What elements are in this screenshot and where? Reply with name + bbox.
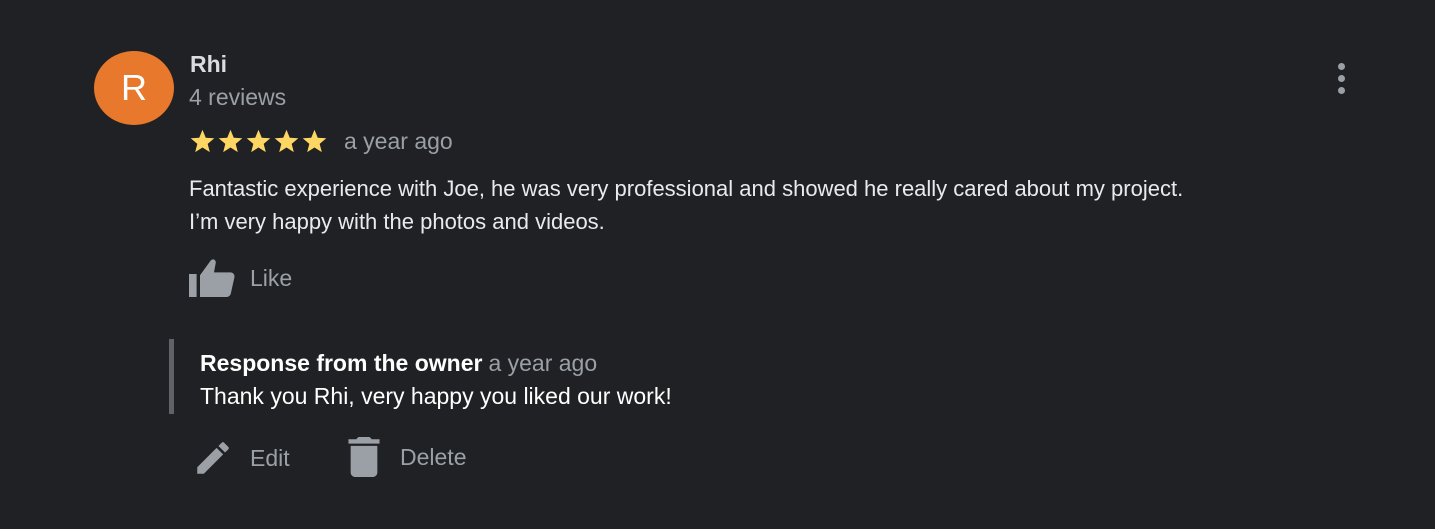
owner-response: Response from the owner a year ago Thank … [169,339,672,414]
review-count[interactable]: 4 reviews [189,84,286,111]
delete-button[interactable]: Delete [346,437,466,477]
star-icon [218,129,243,153]
star-icon [190,129,215,153]
review-text: Fantastic experience with Joe, he was ve… [189,176,1184,234]
response-text: Thank you Rhi, very happy you liked our … [200,383,672,409]
star-icon [302,129,327,153]
thumbs-up-icon [189,259,235,297]
reviewer-name[interactable]: Rhi [190,51,227,78]
avatar[interactable]: R [94,51,174,125]
more-vert-icon-dot [1337,74,1345,82]
response-date: a year ago [488,350,598,376]
star-icon [274,129,299,153]
review-date: a year ago [344,127,453,154]
response-title: Response from the owner [200,350,483,376]
like-button[interactable]: Like [188,258,292,298]
trash-icon [348,437,380,477]
edit-label: Edit [250,444,290,471]
star-icon [246,129,271,153]
more-vert-icon-dot [1337,86,1345,94]
like-label: Like [250,264,293,291]
rating-row: a year ago [189,125,453,157]
more-options-button[interactable] [1325,58,1357,98]
more-vert-icon-dot [1337,62,1345,70]
edit-button[interactable]: Edit [192,437,290,479]
star-rating [189,128,328,154]
pencil-icon [197,442,229,474]
response-header: Response from the owner a year ago [200,350,672,377]
delete-label: Delete [400,443,467,470]
avatar-initial: R [121,67,147,108]
